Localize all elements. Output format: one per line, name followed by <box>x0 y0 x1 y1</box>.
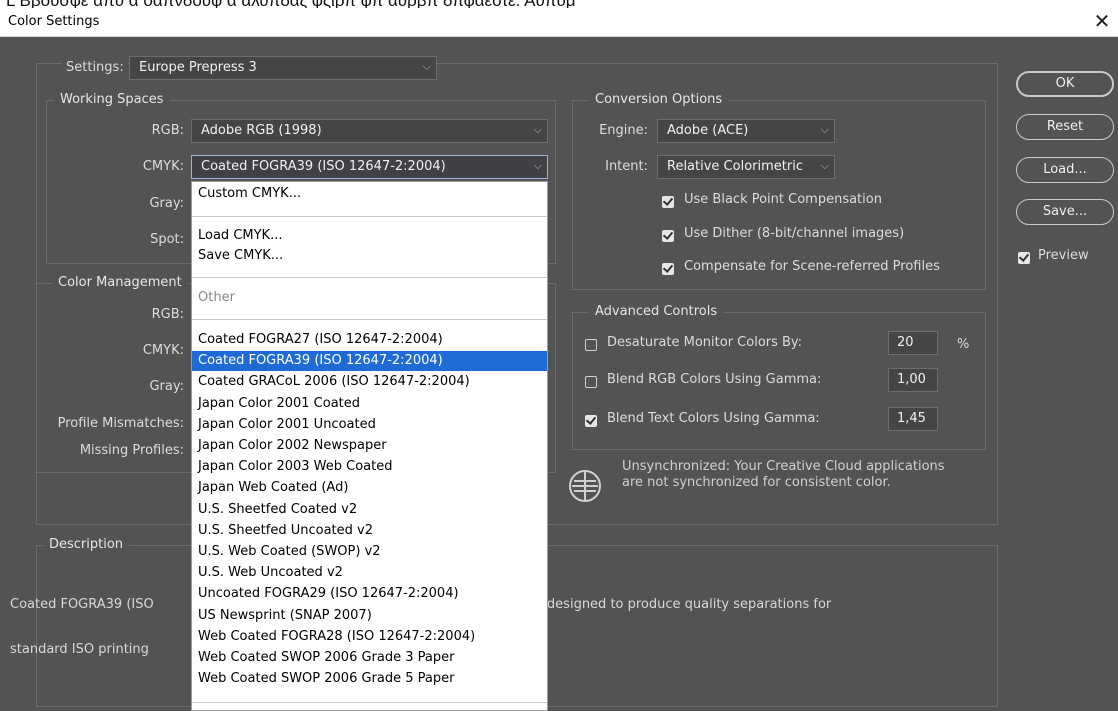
title-bar: Color Settings ✕ <box>0 8 1118 37</box>
missing-profiles-label: Missing Profiles: <box>79 443 184 458</box>
description-line2: standard ISO printing ated paper. <box>10 642 533 657</box>
cmyk-profile-item[interactable]: Japan Web Coated (Ad) <box>192 478 547 498</box>
dialog-body: Settings: Europe Prepress 3 ⌵ Working Spa… <box>0 37 1118 711</box>
cmyk-profile-item[interactable]: Japan Color 2001 Uncoated <box>192 415 547 435</box>
preview-label: Preview <box>1038 248 1089 263</box>
profile-mismatches-label: Profile Mismatches: <box>57 416 184 431</box>
ws-rgb-label: RGB: <box>151 123 184 138</box>
engine-value: Adobe (ACE) <box>667 123 749 138</box>
description-line1: Coated FOGRA39 (ISO ization. It is desig… <box>10 597 832 612</box>
chevron-down-icon: ⌵ <box>422 60 431 73</box>
sync-message-line2: are not synchronized for consistent colo… <box>622 475 891 490</box>
cm-cmyk-label: CMYK: <box>142 343 184 358</box>
advanced-controls-legend: Advanced Controls <box>589 304 724 320</box>
cmyk-profile-item[interactable]: U.S. Web Coated (SWOP) v2 <box>192 542 547 562</box>
black-point-checkbox[interactable] <box>662 196 674 208</box>
engine-label: Engine: <box>599 123 648 138</box>
chevron-down-icon: ⌵ <box>820 159 829 172</box>
color-sync-icon <box>569 470 601 502</box>
blend-text-checkbox[interactable] <box>585 415 597 427</box>
ok-button[interactable]: OK <box>1016 71 1114 97</box>
rgb-working-space-value: Adobe RGB (1998) <box>201 123 322 138</box>
blend-rgb-checkbox[interactable] <box>585 376 597 388</box>
save-cmyk-item[interactable]: Save CMYK... <box>192 246 547 266</box>
menu-separator <box>192 277 547 278</box>
cmyk-profile-item[interactable]: Coated FOGRA39 (ISO 12647-2:2004) <box>192 351 547 372</box>
cmyk-profile-item[interactable]: Web Coated FOGRA28 (ISO 12647-2:2004) <box>192 627 547 647</box>
chevron-down-icon: ⌵ <box>533 123 542 136</box>
cmyk-profile-item[interactable]: U.S. Sheetfed Coated v2 <box>192 500 547 520</box>
working-spaces-legend: Working Spaces <box>54 92 170 108</box>
settings-dropdown[interactable]: Europe Prepress 3 ⌵ <box>129 56 437 80</box>
scene-referred-checkbox[interactable] <box>662 263 674 275</box>
blend-rgb-label: Blend RGB Colors Using Gamma: <box>607 372 822 387</box>
dither-label: Use Dither (8-bit/channel images) <box>684 226 905 241</box>
description-text: Coated FOGRA39 (ISO ization. It is desig… <box>10 567 1110 687</box>
engine-dropdown[interactable]: Adobe (ACE) ⌵ <box>657 119 835 143</box>
dither-checkbox[interactable] <box>662 230 674 242</box>
conversion-options-legend: Conversion Options <box>589 92 729 108</box>
cm-gray-label: Gray: <box>149 379 184 394</box>
other-item[interactable]: Other <box>192 288 547 308</box>
window-title: Color Settings <box>8 14 100 29</box>
cmyk-profile-item[interactable]: Coated GRACoL 2006 (ISO 12647-2:2004) <box>192 372 547 392</box>
ws-gray-label: Gray: <box>149 196 184 211</box>
save-button[interactable]: Save... <box>1016 199 1114 225</box>
cmyk-dropdown-list: Custom CMYK... Load CMYK... Save CMYK...… <box>191 181 548 711</box>
blend-text-label: Blend Text Colors Using Gamma: <box>607 411 820 426</box>
description-legend: Description <box>43 537 130 553</box>
cmyk-profile-item[interactable]: Japan Color 2001 Coated <box>192 394 547 414</box>
menu-separator <box>192 702 547 703</box>
rgb-working-space-dropdown[interactable]: Adobe RGB (1998) ⌵ <box>191 119 548 143</box>
ws-cmyk-label: CMYK: <box>142 159 184 174</box>
intent-value: Relative Colorimetric <box>667 159 803 174</box>
menu-separator <box>192 319 547 320</box>
settings-label: Settings: <box>62 60 128 75</box>
cmyk-profile-item[interactable]: Web Coated SWOP 2006 Grade 5 Paper <box>192 669 547 689</box>
cmyk-profile-item[interactable]: Japan Color 2003 Web Coated <box>192 457 547 477</box>
cmyk-profile-item[interactable]: Web Coated SWOP 2006 Grade 3 Paper <box>192 648 547 668</box>
blend-text-input[interactable]: 1,45 <box>888 407 938 431</box>
ws-spot-label: Spot: <box>150 232 184 247</box>
chevron-down-icon: ⌵ <box>533 159 542 172</box>
load-button[interactable]: Load... <box>1016 157 1114 183</box>
menu-separator <box>192 216 547 217</box>
cmyk-profile-item[interactable]: US Newsprint (SNAP 2007) <box>192 606 547 626</box>
preview-checkbox[interactable] <box>1018 252 1030 264</box>
sync-message-line1: Unsynchronized: Your Creative Cloud appl… <box>622 459 945 474</box>
cmyk-profile-item[interactable]: Uncoated FOGRA29 (ISO 12647-2:2004) <box>192 584 547 604</box>
cmyk-profile-item[interactable]: Coated FOGRA27 (ISO 12647-2:2004) <box>192 330 547 350</box>
reset-button[interactable]: Reset <box>1016 114 1114 140</box>
custom-cmyk-item[interactable]: Custom CMYK... <box>192 184 547 204</box>
close-icon[interactable]: ✕ <box>1092 10 1112 32</box>
intent-dropdown[interactable]: Relative Colorimetric ⌵ <box>657 155 835 179</box>
sync-status-message: Unsynchronized: Your Creative Cloud appl… <box>622 459 945 491</box>
blend-rgb-input[interactable]: 1,00 <box>888 368 938 392</box>
chevron-down-icon: ⌵ <box>820 123 829 136</box>
scene-referred-label: Compensate for Scene-referred Profiles <box>684 259 940 274</box>
desaturate-label: Desaturate Monitor Colors By: <box>607 335 803 350</box>
cmyk-working-space-value: Coated FOGRA39 (ISO 12647-2:2004) <box>201 159 446 174</box>
cm-rgb-label: RGB: <box>151 307 184 322</box>
color-management-legend: Color Management <box>52 275 188 291</box>
cmyk-profile-item[interactable]: Japan Color 2002 Newspaper <box>192 436 547 456</box>
load-cmyk-item[interactable]: Load CMYK... <box>192 226 547 246</box>
cmyk-profile-item[interactable]: U.S. Sheetfed Uncoated v2 <box>192 521 547 541</box>
desaturate-unit: % <box>957 337 970 352</box>
black-point-label: Use Black Point Compensation <box>684 192 882 207</box>
cmyk-working-space-dropdown[interactable]: Coated FOGRA39 (ISO 12647-2:2004) ⌵ <box>191 155 548 179</box>
desaturate-input[interactable]: 20 <box>888 331 938 355</box>
cmyk-profile-item[interactable]: U.S. Web Uncoated v2 <box>192 563 547 583</box>
intent-label: Intent: <box>605 159 648 174</box>
background-window-text: L Ββούσφέ ᾶπύ ᾶ οάπνδουφ ά ᾶλύπδάζ φςίρπ… <box>0 0 1118 8</box>
settings-value: Europe Prepress 3 <box>139 60 257 75</box>
desaturate-checkbox[interactable] <box>585 339 597 351</box>
